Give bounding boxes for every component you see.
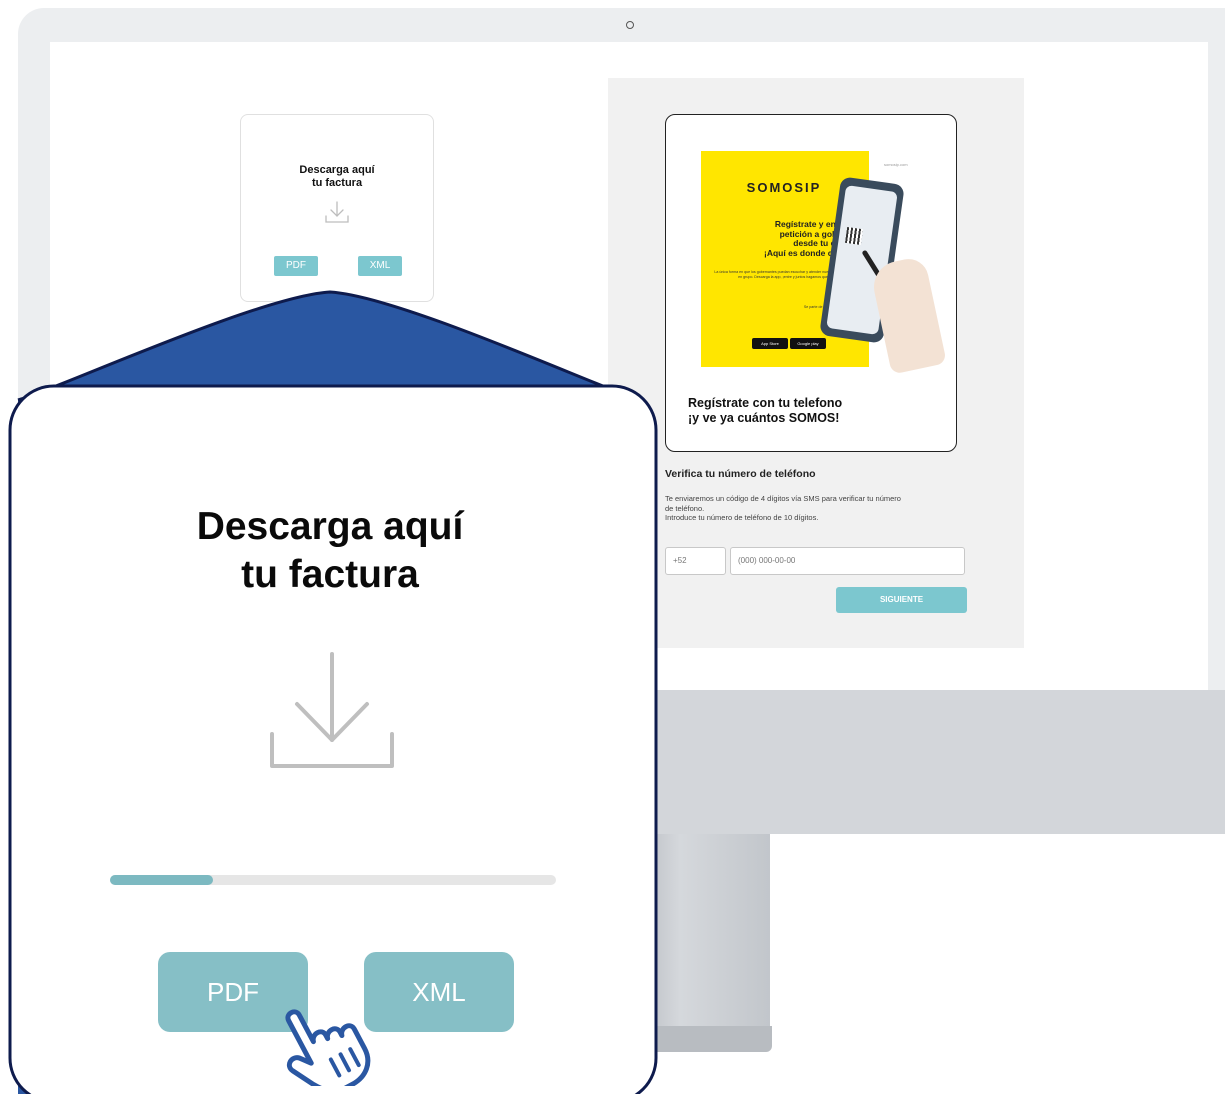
app-store-badge: App Store xyxy=(752,338,788,349)
camera-icon xyxy=(626,21,634,29)
register-title-line2: ¡y ve ya cuántos SOMOS! xyxy=(688,411,840,425)
download-icon xyxy=(325,201,349,223)
register-title-line1: Regístrate con tu telefono xyxy=(688,396,843,410)
mini-title-line1: Descarga aquí xyxy=(299,164,375,176)
mini-download-title: Descarga aquí tu factura xyxy=(240,164,434,190)
mini-xml-button[interactable]: XML xyxy=(358,256,402,276)
verify-title: Verifica tu número de teléfono xyxy=(665,468,816,480)
verify-description: Te enviaremos un código de 4 dígitos vía… xyxy=(665,494,965,523)
poster-url: somosip.com xyxy=(884,162,908,167)
mini-title-line2: tu factura xyxy=(311,177,363,189)
verify-line: de teléfono. xyxy=(665,503,705,513)
download-title-line1: Descarga aquí xyxy=(196,505,464,548)
register-title: Regístrate con tu telefono ¡y ve ya cuán… xyxy=(688,396,928,426)
download-title-line2: tu factura xyxy=(241,553,419,596)
phone-number-input[interactable]: (000) 000-00-00 xyxy=(730,547,965,575)
country-code-field[interactable]: +52 xyxy=(665,547,726,575)
progress-bar-fill xyxy=(110,875,213,885)
next-button[interactable]: SIGUIENTE xyxy=(836,587,967,613)
hand-pointer-icon xyxy=(285,1009,371,1086)
google-play-badge: Google play xyxy=(790,338,826,349)
qr-code-icon xyxy=(844,226,864,246)
verify-line: Introduce tu número de teléfono de 10 dí… xyxy=(665,513,819,522)
mini-pdf-button[interactable]: PDF xyxy=(274,256,318,276)
download-icon xyxy=(270,652,394,768)
verify-line: Te enviaremos un código de 4 dígitos vía… xyxy=(665,494,901,503)
poster-logo: SOMOSIP xyxy=(746,180,822,195)
download-title: Descarga aquí tu factura xyxy=(98,503,562,599)
